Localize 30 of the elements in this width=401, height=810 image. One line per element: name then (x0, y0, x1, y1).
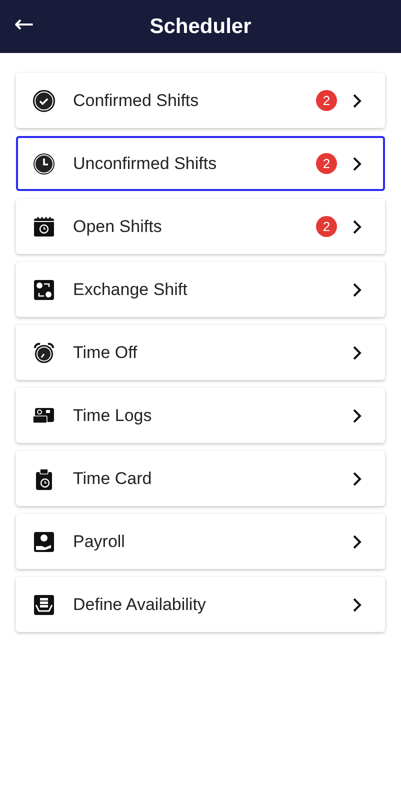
back-button[interactable]: ← (10, 8, 38, 40)
menu-item[interactable]: Exchange Shift (16, 262, 385, 317)
menu-item[interactable]: Time Card (16, 451, 385, 506)
chevron-right-icon (351, 344, 363, 360)
hand-coin-icon (32, 530, 56, 554)
menu-item[interactable]: Define Availability (16, 577, 385, 632)
menu-item[interactable]: Payroll (16, 514, 385, 569)
chevron-right-icon (351, 282, 363, 298)
chevron-right-icon (351, 596, 363, 612)
alarm-clock-icon (32, 340, 56, 364)
screen-title: Scheduler (150, 14, 252, 38)
chevron-right-icon (351, 92, 363, 108)
menu-item[interactable]: Unconfirmed Shifts 2 (16, 136, 385, 191)
chevron-right-icon (351, 470, 363, 486)
menu-item[interactable]: Time Logs (16, 388, 385, 443)
count-badge: 2 (316, 153, 337, 174)
menu-item[interactable]: Confirmed Shifts 2 (16, 73, 385, 128)
clock-icon (32, 152, 56, 176)
chevron-right-icon (351, 408, 363, 424)
hands-stack-icon (32, 592, 56, 616)
menu-item[interactable]: Time Off (16, 325, 385, 380)
menu-item[interactable]: Open Shifts 2 (16, 199, 385, 254)
chevron-right-icon (351, 534, 363, 550)
check-circle-icon (32, 88, 56, 112)
count-badge: 2 (316, 90, 337, 111)
chevron-right-icon (351, 156, 363, 172)
calendar-icon (32, 214, 56, 238)
chevron-right-icon (351, 218, 363, 234)
exchange-icon (32, 278, 56, 302)
count-badge: 2 (316, 216, 337, 237)
